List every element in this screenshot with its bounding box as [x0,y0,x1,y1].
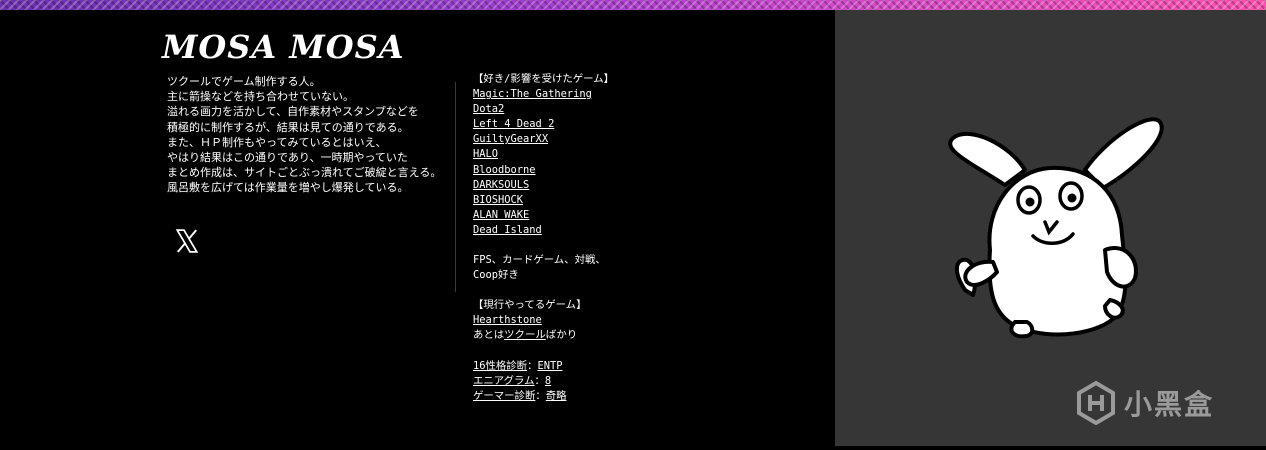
xiaoheihe-logo-icon [1077,381,1115,425]
bio-line: また、ＨＰ制作もやってみているとはいえ、 [167,135,387,149]
current-heading: 【現行やってるゲーム】 [473,299,587,312]
separator: ： [534,374,545,387]
bio-line: 風呂敷を広げては作業量を増やし爆発している。 [167,181,409,195]
game-link-dota2[interactable]: Dota2 [473,103,504,115]
game-link-darksouls[interactable]: DARKSOULS [473,179,529,191]
gamer-label-link[interactable]: ゲーマー診断 [473,390,535,402]
game-link-hearthstone[interactable]: Hearthstone [473,314,542,326]
site-title: MOSA MOSA [162,28,405,66]
current-rest: あとはツクールばかり [473,328,614,343]
game-link-guiltygear[interactable]: GuiltyGearXX [473,133,548,145]
mbti-value-link[interactable]: ENTP [537,360,562,372]
bio-line: まとめ作成は、サイトごとぶっ潰れてご破綻と言える。 [167,166,442,180]
game-link-l4d2[interactable]: Left 4 Dead 2 [473,118,554,130]
current-rest-prefix: あとは [473,329,505,342]
bio-text: ツクールでゲーム制作する人。 主に箭操などを持ち合わせていない。 溢れる画力を活… [167,74,441,196]
watermark-text: 小黑盒 [1124,388,1215,421]
genres-line-1: FPS、カードゲーム、対戦、 [473,254,606,267]
game-link-bioshock[interactable]: BIOSHOCK [473,194,523,206]
game-link-deadisland[interactable]: Dead Island [473,224,542,236]
enneagram-value-link[interactable]: 8 [545,375,551,387]
watermark: 小黑盒 [1076,381,1214,425]
mbti-label-link[interactable]: 16性格診断 [473,360,527,372]
column-divider [455,82,456,292]
bio-line: 積極的に制作するが、結果は見ての通りである。 [167,120,409,134]
game-link-mtg[interactable]: Magic:The Gathering [473,88,592,100]
genres-line-2: Coop好き [473,269,519,282]
profile-section: MOSA MOSA ツクールでゲーム制作する人。 主に箭操などを持ち合わせていな… [0,10,835,446]
separator: ： [535,389,546,402]
favorites-heading: 【好き/影響を受けたゲーム】 [473,73,615,85]
bio-line: 溢れる画力を活かして、自作素材やスタンプなどを [167,105,419,119]
bio-line: ツクールでゲーム制作する人。 [167,75,321,88]
bio-line: やはり結果はこの通りであり、一時期やっていた [167,151,408,165]
illustration-panel: 小黑盒 [835,10,1266,446]
enneagram-label-link[interactable]: エニアグラム [473,375,535,387]
games-column: 【好き/影響を受けたゲーム】 Magic:The Gathering Dota2… [473,72,614,404]
decorative-top-band [0,0,1266,10]
game-link-halo[interactable]: HALO [473,148,498,160]
x-logo-icon [175,229,199,253]
gamer-value-link[interactable]: 奇略 [546,390,567,402]
tkool-link[interactable]: ツクール [504,329,546,341]
x-social-link[interactable] [170,224,204,258]
game-link-bloodborne[interactable]: Bloodborne [473,164,536,176]
game-link-alanwake[interactable]: ALAN WAKE [473,209,529,221]
bio-line: 主に箭操などを持ち合わせていない。 [167,90,354,104]
current-rest-suffix: ばかり [545,329,578,342]
separator: ： [527,359,538,372]
